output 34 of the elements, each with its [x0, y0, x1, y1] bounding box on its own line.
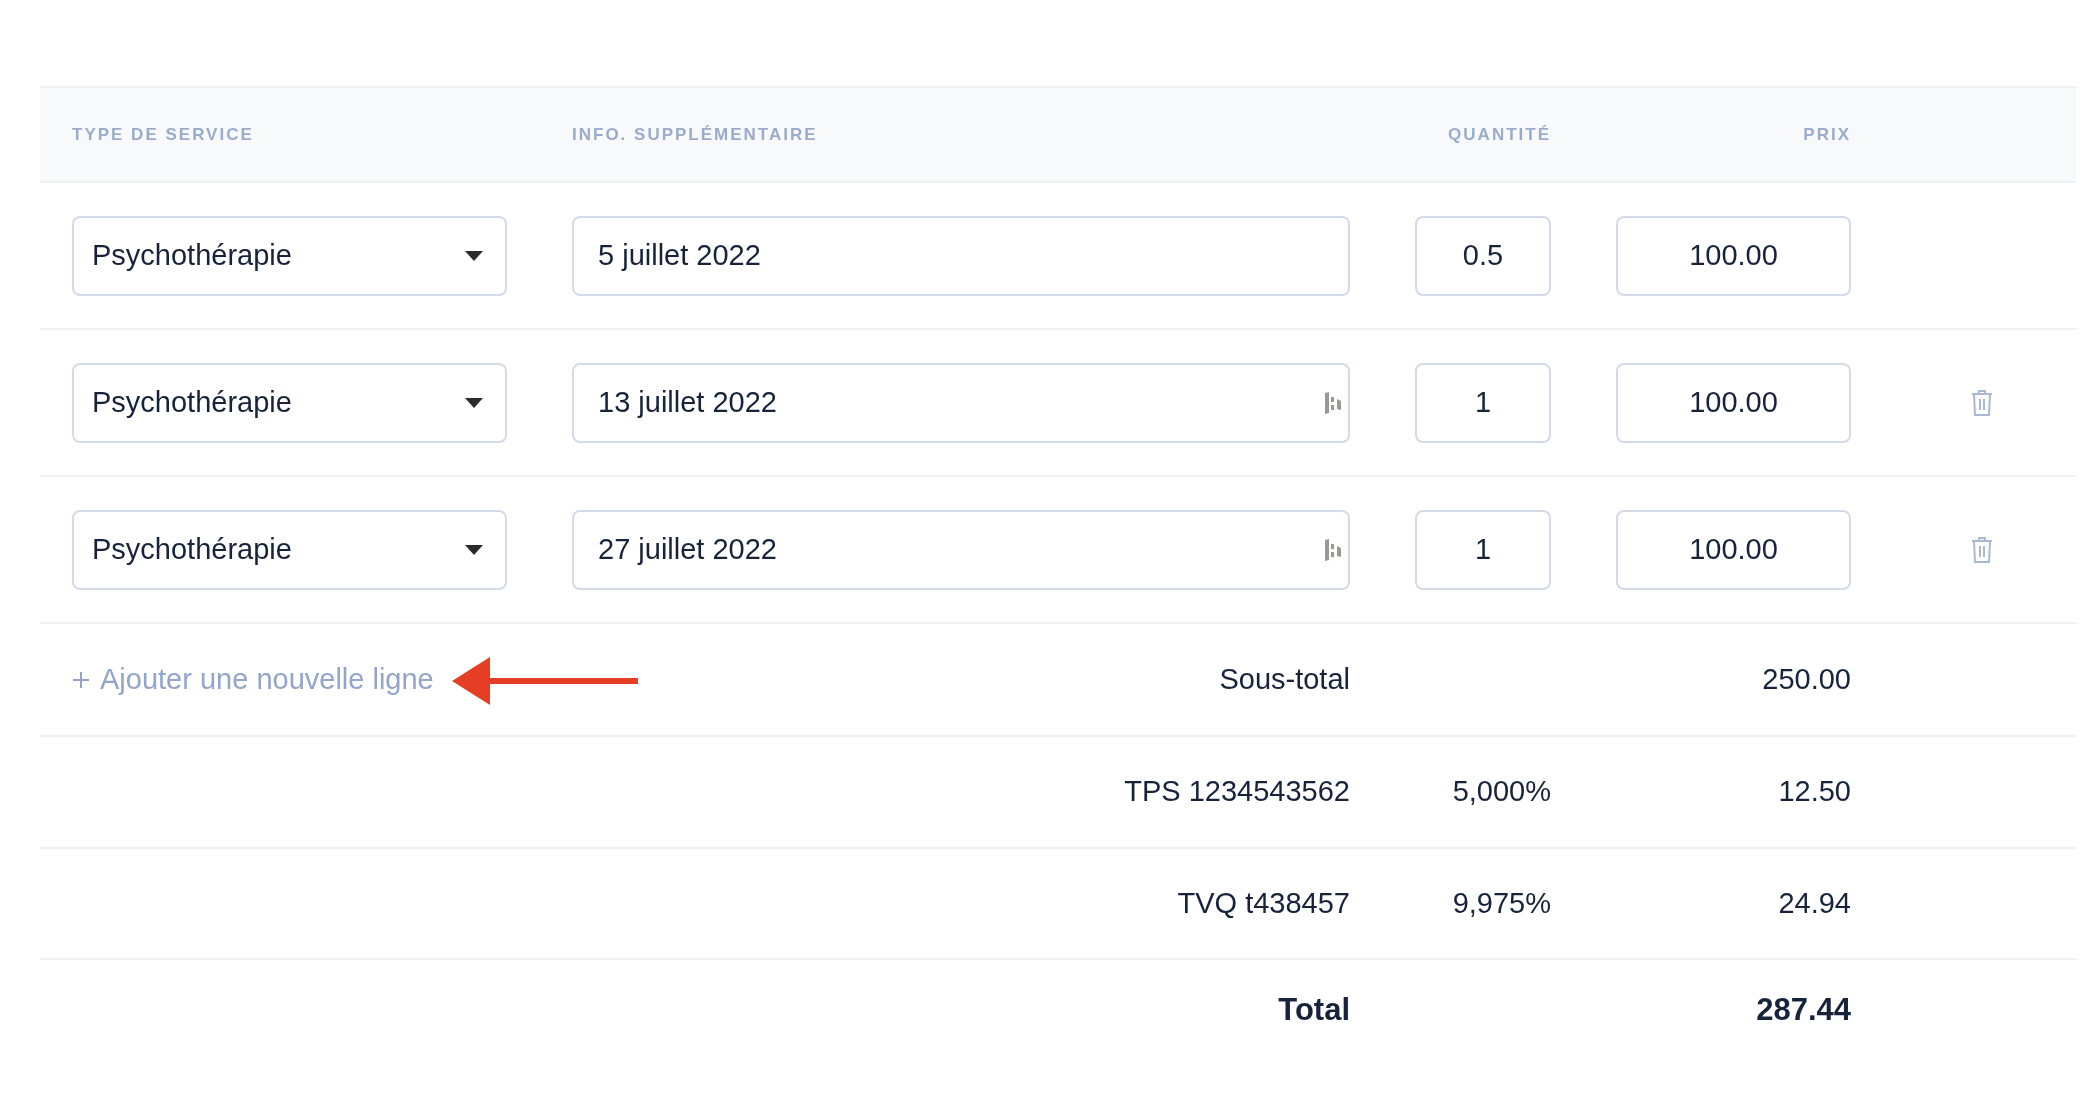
quantity-field[interactable]: 1: [1415, 362, 1551, 443]
tax-label: TVQ t438457: [1177, 886, 1350, 919]
price-field[interactable]: 100.00: [1616, 509, 1851, 590]
service-dropdown[interactable]: Psychothérapie: [72, 362, 507, 443]
total-value: 287.44: [1756, 991, 1851, 1027]
column-header: PRIX: [1803, 123, 1851, 146]
price-field[interactable]: 100.00: [1616, 362, 1851, 443]
quantity-field[interactable]: 0.5: [1415, 215, 1551, 296]
total-label: Total: [1278, 991, 1350, 1027]
info-field[interactable]: 27 juillet 2022: [572, 509, 1350, 590]
tax-rate: 5,000%: [1452, 775, 1551, 808]
plus-icon: [72, 670, 90, 689]
subtotal-label: Sous-total: [1219, 662, 1350, 695]
price-field[interactable]: 100.00: [1616, 215, 1851, 296]
caret-icon: [465, 250, 483, 261]
tax-rate: 9,975%: [1452, 886, 1551, 919]
caret-icon: [465, 397, 483, 408]
delete-button[interactable]: [1971, 388, 1993, 417]
column-header: TYPE DE SERVICE: [72, 123, 255, 146]
quantity-field[interactable]: 1: [1415, 509, 1551, 590]
info-field[interactable]: 5 juillet 2022: [572, 215, 1350, 296]
subtotal-value: 250.00: [1762, 662, 1851, 695]
trash-icon: [1971, 388, 1993, 417]
column-header: QUANTITÉ: [1448, 123, 1551, 146]
service-dropdown[interactable]: Psychothérapie: [72, 215, 507, 296]
column-header: INFO. SUPPLÉMENTAIRE: [572, 123, 819, 146]
tax-amount: 24.94: [1778, 886, 1851, 919]
info-field[interactable]: 13 juillet 2022: [572, 362, 1350, 443]
tax-label: TPS 1234543562: [1124, 775, 1350, 808]
tax-amount: 12.50: [1778, 775, 1851, 808]
service-dropdown[interactable]: Psychothérapie: [72, 509, 507, 590]
caret-icon: [465, 544, 483, 555]
delete-button[interactable]: [1971, 535, 1993, 564]
trash-icon: [1971, 535, 1993, 564]
